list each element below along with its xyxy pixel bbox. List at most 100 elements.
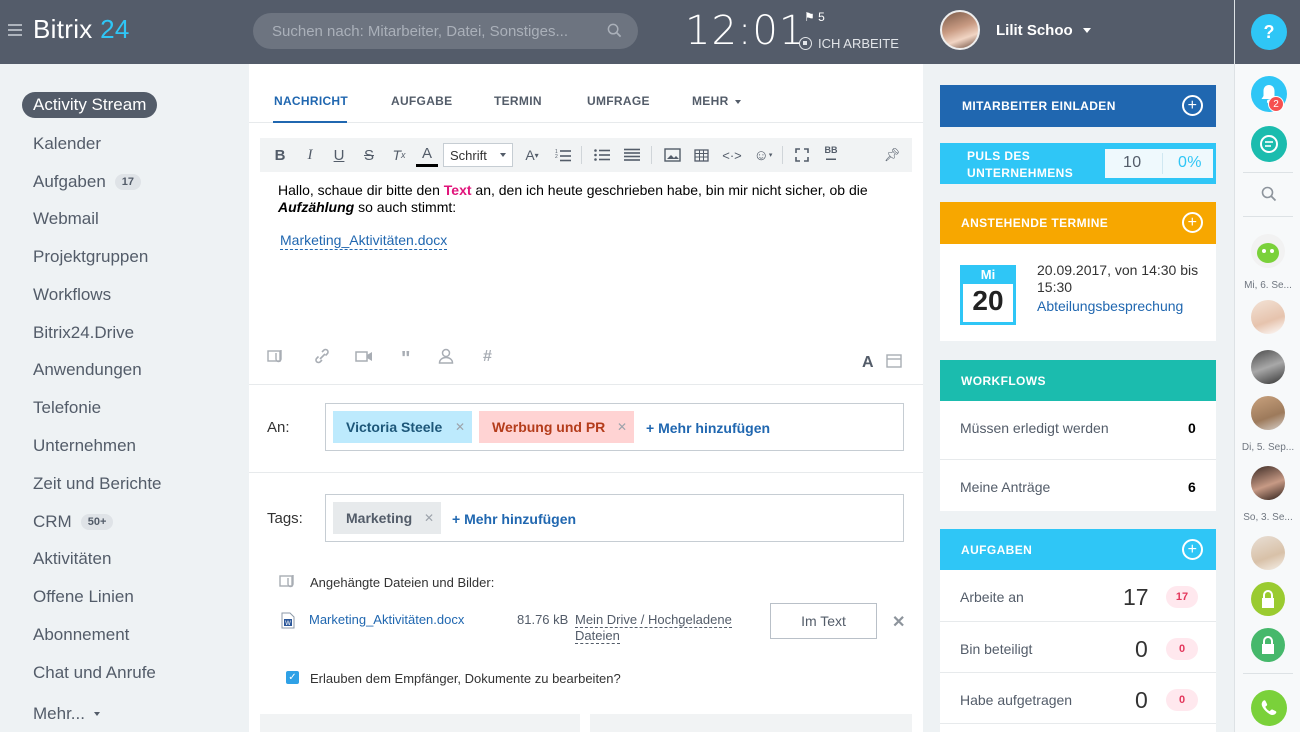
fullscreen-button[interactable] <box>791 138 813 172</box>
event-card[interactable]: Mi 20 20.09.2017, von 14:30 bis 15:30 Ab… <box>940 244 1216 341</box>
align-button[interactable] <box>621 138 643 172</box>
bold-button[interactable]: B <box>270 138 290 172</box>
invite-employees-button[interactable]: MITARBEITER EINLADEN + <box>940 85 1216 127</box>
attachment-file-name[interactable]: Marketing_Aktivitäten.docx <box>309 612 464 627</box>
font-family-select[interactable]: Schrift <box>443 143 513 167</box>
chat-button[interactable] <box>1251 126 1287 162</box>
underline-button[interactable]: U <box>329 138 349 172</box>
sidebar-item-telefonie[interactable]: Telefonie <box>33 398 101 418</box>
panel-toggle-icon[interactable] <box>886 354 902 373</box>
workflow-row[interactable]: Meine Anträge 6 <box>940 460 1216 511</box>
sidebar-item-projektgruppen[interactable]: Projektgruppen <box>33 247 148 267</box>
bullet-list-button[interactable] <box>591 138 613 172</box>
contact-avatar[interactable] <box>1251 536 1285 570</box>
text-format-icon[interactable]: A <box>862 354 874 372</box>
quote-icon[interactable]: " <box>401 348 410 371</box>
font-size-button[interactable]: A ▾ <box>519 138 545 172</box>
insert-table-button[interactable] <box>690 138 712 172</box>
sidebar-item-kalender[interactable]: Kalender <box>33 134 101 154</box>
font-color-button[interactable]: A <box>416 143 438 167</box>
strikethrough-button[interactable]: S <box>359 138 379 172</box>
sidebar-item-anwendungen[interactable]: Anwendungen <box>33 360 142 380</box>
mention-user-icon[interactable] <box>438 348 454 369</box>
search-input[interactable] <box>272 22 592 40</box>
task-row[interactable]: Arbeite an 17 17 <box>940 570 1216 622</box>
search-icon[interactable] <box>1261 186 1277 202</box>
upcoming-events-header[interactable]: ANSTEHENDE TERMINE + <box>940 202 1216 244</box>
emoji-button[interactable]: ☺ ▾ <box>750 138 776 172</box>
sidebar-item-abonnement[interactable]: Abonnement <box>33 625 129 645</box>
workflows-header[interactable]: WORKFLOWS <box>940 360 1216 401</box>
italic-button[interactable]: I <box>300 138 320 172</box>
sidebar-item-offene-linien[interactable]: Offene Linien <box>33 587 134 607</box>
sidebar-item-unternehmen[interactable]: Unternehmen <box>33 436 136 456</box>
clock[interactable]: 12:01 <box>685 8 805 54</box>
task-row[interactable]: Habe aufgetragen 0 0 <box>940 673 1216 724</box>
tab-nachricht[interactable]: NACHRICHT <box>274 94 348 108</box>
cancel-button[interactable] <box>590 714 912 732</box>
flag-counter[interactable]: ⚑ 5 <box>804 10 825 24</box>
remove-icon[interactable]: ✕ <box>424 502 434 534</box>
remove-icon[interactable]: ✕ <box>455 411 465 443</box>
bbcode-button[interactable]: BB ▬▬ <box>820 138 842 172</box>
sidebar-item-more[interactable]: Mehr... <box>33 704 100 724</box>
allow-edit-checkbox[interactable]: ✓ <box>286 671 299 684</box>
pin-toolbar-button[interactable]: 📌︎ <box>882 138 902 172</box>
sidebar-item-webmail[interactable]: Webmail <box>33 209 99 229</box>
recipients-field[interactable]: Victoria Steele ✕ Werbung und PR ✕ + Mehr … <box>325 403 904 451</box>
user-avatar[interactable] <box>940 10 980 50</box>
sidebar-item-activity-stream[interactable]: Activity Stream <box>22 92 158 118</box>
contact-avatar[interactable] <box>1251 466 1285 500</box>
message-editor[interactable]: Hallo, schaue dir bitte den Text an, den… <box>278 182 898 250</box>
sidebar-item-chat-und-anrufe[interactable]: Chat und Anrufe <box>33 663 156 683</box>
contact-avatar[interactable] <box>1251 396 1285 430</box>
tab-termin[interactable]: TERMIN <box>494 94 542 108</box>
inline-file-link[interactable]: Marketing_Aktivitäten.docx <box>280 232 448 250</box>
sidebar-item-crm[interactable]: CRM 50+ <box>33 512 114 532</box>
event-title[interactable]: Abteilungsbesprechung <box>1037 298 1183 314</box>
sidebar-item-zeit-und-berichte[interactable]: Zeit und Berichte <box>33 474 162 494</box>
sidebar-item-aktivitaeten[interactable]: Aktivitäten <box>33 549 111 569</box>
attachment-file-path[interactable]: Mein Drive / Hochgeladene Dateien <box>575 612 745 644</box>
link-icon[interactable] <box>313 348 331 369</box>
tab-mehr[interactable]: MEHR <box>692 94 741 108</box>
insert-image-button[interactable] <box>661 138 683 172</box>
contact-avatar[interactable] <box>1251 300 1285 334</box>
user-menu[interactable]: Lilit Schoo <box>996 22 1091 39</box>
hashtag-icon[interactable]: # <box>483 348 492 366</box>
contact-avatar[interactable] <box>1251 350 1285 384</box>
recipient-chip[interactable]: Werbung und PR ✕ <box>479 411 634 443</box>
sidebar-item-drive[interactable]: Bitrix24.Drive <box>33 323 134 343</box>
sidebar-item-workflows[interactable]: Workflows <box>33 285 111 305</box>
help-button[interactable]: ? <box>1251 14 1287 50</box>
attach-file-icon[interactable] <box>267 348 287 369</box>
add-recipient-link[interactable]: + Mehr hinzufügen <box>646 420 770 436</box>
tab-umfrage[interactable]: UMFRAGE <box>587 94 650 108</box>
locked-chat[interactable] <box>1251 582 1285 616</box>
work-status[interactable]: ICH ARBEITE <box>799 36 899 51</box>
call-button[interactable] <box>1251 690 1287 726</box>
task-row[interactable]: Bin beteiligt 0 0 <box>940 622 1216 673</box>
insert-in-text-button[interactable]: Im Text <box>770 603 877 639</box>
tags-field[interactable]: Marketing ✕ + Mehr hinzufügen <box>325 494 904 542</box>
numbered-list-button[interactable]: 12 <box>552 138 574 172</box>
tag-chip[interactable]: Marketing ✕ <box>333 502 441 534</box>
locked-chat[interactable] <box>1251 628 1285 662</box>
contact-avatar-bot[interactable] <box>1251 234 1285 268</box>
recipient-chip[interactable]: Victoria Steele ✕ <box>333 411 472 443</box>
search-bar[interactable] <box>253 13 638 49</box>
search-icon[interactable] <box>607 23 622 38</box>
video-icon[interactable] <box>355 348 373 369</box>
company-pulse[interactable]: PULS DES UNTERNEHMENS 10 0% <box>940 143 1216 184</box>
code-button[interactable]: <·> <box>719 138 745 172</box>
sidebar-item-aufgaben[interactable]: Aufgaben 17 <box>33 172 142 192</box>
remove-icon[interactable]: ✕ <box>617 411 627 443</box>
remove-attachment-icon[interactable]: ✕ <box>892 612 905 632</box>
logo[interactable]: Bitrix 24 <box>33 14 130 45</box>
clear-format-button[interactable]: Tx <box>388 138 410 172</box>
add-tag-link[interactable]: + Mehr hinzufügen <box>452 511 576 527</box>
tab-aufgabe[interactable]: AUFGABE <box>391 94 452 108</box>
tasks-header[interactable]: AUFGABEN + <box>940 529 1216 570</box>
workflow-row[interactable]: Müssen erledigt werden 0 <box>940 401 1216 460</box>
send-button[interactable] <box>260 714 580 732</box>
